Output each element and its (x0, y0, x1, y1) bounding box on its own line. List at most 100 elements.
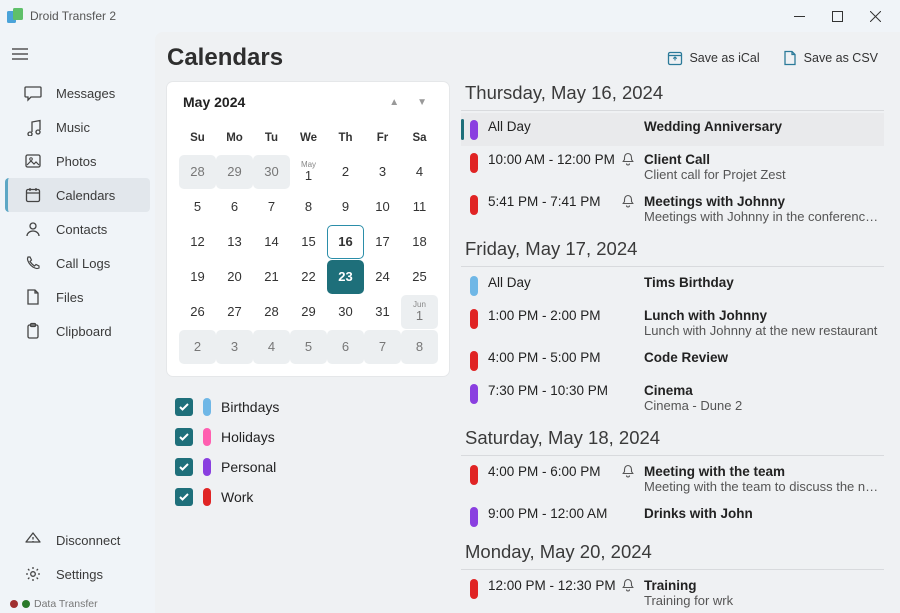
mini-calendar-day[interactable]: 8 (401, 330, 438, 364)
sidebar-item-settings[interactable]: Settings (5, 557, 150, 591)
event-description: Training for wrk (644, 593, 884, 608)
event-row[interactable]: All Day Tims Birthday (461, 269, 884, 302)
mini-calendar-day-number: 24 (375, 269, 389, 284)
mini-calendar-day[interactable]: 3 (216, 330, 253, 364)
checkbox-icon[interactable] (175, 428, 193, 446)
category-birthdays[interactable]: Birthdays (175, 392, 441, 422)
mini-calendar-day[interactable]: 13 (216, 225, 253, 259)
save-csv-button[interactable]: Save as CSV (776, 46, 884, 70)
mini-calendar-day[interactable]: 2 (327, 155, 364, 189)
menu-toggle-button[interactable] (0, 36, 40, 72)
mini-calendar-day[interactable]: 6 (216, 190, 253, 224)
mini-calendar-prev-button[interactable]: ▲ (383, 95, 405, 110)
mini-calendar-day[interactable]: 26 (179, 295, 216, 329)
mini-calendar-day[interactable]: 2 (179, 330, 216, 364)
mini-calendar-day[interactable]: 7 (253, 190, 290, 224)
mini-calendar-day[interactable]: 23 (327, 260, 364, 294)
event-row[interactable]: 9:00 PM - 12:00 AM Drinks with John (461, 500, 884, 533)
sidebar-item-photos[interactable]: Photos (5, 144, 150, 178)
mini-calendar-day[interactable]: 6 (327, 330, 364, 364)
event-row[interactable]: 5:41 PM - 7:41 PM Meetings with Johnny M… (461, 188, 884, 230)
mini-calendar-day-number: 2 (342, 164, 349, 179)
event-color-pill (470, 351, 478, 371)
mini-calendar-day[interactable]: May1 (290, 155, 327, 189)
event-row[interactable]: 1:00 PM - 2:00 PM Lunch with Johnny Lunc… (461, 302, 884, 344)
mini-calendar-day[interactable]: 29 (216, 155, 253, 189)
mini-calendar-day[interactable]: 4 (253, 330, 290, 364)
day-block: Saturday, May 18, 2024 4:00 PM - 6:00 PM… (461, 423, 884, 533)
mini-calendar-day[interactable]: 25 (401, 260, 438, 294)
checkbox-icon[interactable] (175, 488, 193, 506)
category-label: Work (221, 489, 253, 505)
category-holidays[interactable]: Holidays (175, 422, 441, 452)
mini-calendar-day-number: 19 (190, 269, 204, 284)
window-maximize-button[interactable] (818, 2, 856, 30)
mini-calendar-day[interactable]: 7 (364, 330, 401, 364)
mini-calendar-day[interactable]: 22 (290, 260, 327, 294)
mini-calendar-day[interactable]: 18 (401, 225, 438, 259)
window-minimize-button[interactable] (780, 2, 818, 30)
sidebar-item-disconnect[interactable]: Disconnect (5, 523, 150, 557)
mini-calendar-day-number: 31 (375, 304, 389, 319)
sidebar-item-label: Calendars (56, 188, 115, 203)
save-csv-label: Save as CSV (804, 51, 878, 65)
event-time: 10:00 AM - 12:00 PM (488, 152, 620, 167)
save-ical-button[interactable]: Save as iCal (661, 46, 765, 70)
mini-calendar-day[interactable]: 3 (364, 155, 401, 189)
mini-calendar-day[interactable]: 5 (179, 190, 216, 224)
category-label: Personal (221, 459, 276, 475)
app-icon (6, 7, 24, 25)
event-row[interactable]: 4:00 PM - 6:00 PM Meeting with the team … (461, 458, 884, 500)
mini-calendar-day[interactable]: 19 (179, 260, 216, 294)
event-row[interactable]: All Day Wedding Anniversary (461, 113, 884, 146)
event-row[interactable]: 4:00 PM - 5:00 PM Code Review (461, 344, 884, 377)
mini-calendar-day[interactable]: 11 (401, 190, 438, 224)
mini-calendar-day[interactable]: 29 (290, 295, 327, 329)
mini-calendar-day-number: 4 (268, 339, 275, 354)
mini-calendar-dow: Tu (253, 126, 290, 154)
mini-calendar-day[interactable]: 20 (216, 260, 253, 294)
mini-calendar-day[interactable]: 27 (216, 295, 253, 329)
sidebar-item-files[interactable]: Files (5, 280, 150, 314)
events-panel: Thursday, May 16, 2024 All Day Wedding A… (461, 82, 884, 613)
sidebar-item-music[interactable]: Music (5, 110, 150, 144)
clipboard-icon (24, 322, 42, 340)
mini-calendar-day[interactable]: Jun1 (401, 295, 438, 329)
mini-calendar-day[interactable]: 16 (327, 225, 364, 259)
mini-calendar-day[interactable]: 28 (253, 295, 290, 329)
mini-calendar-day[interactable]: 28 (179, 155, 216, 189)
mini-calendar-day[interactable]: 30 (253, 155, 290, 189)
mini-calendar-day[interactable]: 30 (327, 295, 364, 329)
event-row[interactable]: 7:30 PM - 10:30 PM Cinema Cinema - Dune … (461, 377, 884, 419)
event-description: Lunch with Johnny at the new restaurant (644, 323, 884, 338)
mini-calendar-day[interactable]: 10 (364, 190, 401, 224)
event-row[interactable]: 12:00 PM - 12:30 PM Training Training fo… (461, 572, 884, 613)
window-close-button[interactable] (856, 2, 894, 30)
sidebar-item-messages[interactable]: Messages (5, 76, 150, 110)
category-work[interactable]: Work (175, 482, 441, 512)
event-row[interactable]: 10:00 AM - 12:00 PM Client Call Client c… (461, 146, 884, 188)
checkbox-icon[interactable] (175, 458, 193, 476)
mini-calendar-day[interactable]: 12 (179, 225, 216, 259)
mini-calendar-day[interactable]: 14 (253, 225, 290, 259)
mini-calendar-day[interactable]: 24 (364, 260, 401, 294)
checkbox-icon[interactable] (175, 398, 193, 416)
sidebar-item-contacts[interactable]: Contacts (5, 212, 150, 246)
mini-calendar-day[interactable]: 4 (401, 155, 438, 189)
mini-calendar-day[interactable]: 15 (290, 225, 327, 259)
category-personal[interactable]: Personal (175, 452, 441, 482)
sidebar-item-call-logs[interactable]: Call Logs (5, 246, 150, 280)
event-selection-bar (461, 152, 464, 182)
mini-calendar-day-number: 27 (227, 304, 241, 319)
mini-calendar-day[interactable]: 21 (253, 260, 290, 294)
mini-calendar-next-button[interactable]: ▼ (411, 95, 433, 110)
mini-calendar-day[interactable]: 17 (364, 225, 401, 259)
mini-calendar-day[interactable]: 31 (364, 295, 401, 329)
sidebar-item-clipboard[interactable]: Clipboard (5, 314, 150, 348)
mini-calendar-day-number: 30 (264, 164, 278, 179)
sidebar-item-calendars[interactable]: Calendars (5, 178, 150, 212)
mini-calendar-day[interactable]: 8 (290, 190, 327, 224)
mini-calendar-day[interactable]: 9 (327, 190, 364, 224)
mini-calendar-day[interactable]: 5 (290, 330, 327, 364)
mini-calendar-day-number: 9 (342, 199, 349, 214)
